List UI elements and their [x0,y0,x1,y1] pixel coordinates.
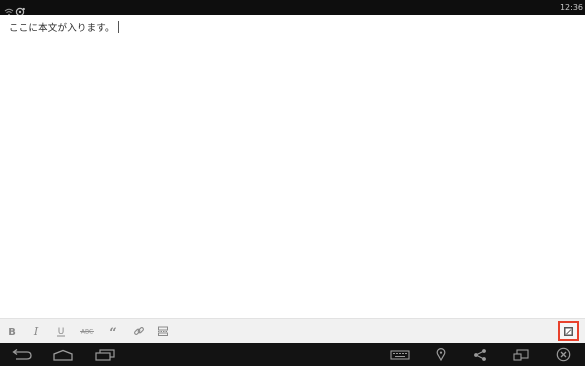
link-icon [134,327,144,335]
svg-text:ABC: ABC [81,329,93,336]
underline-button[interactable]: U [51,319,71,343]
svg-text:B: B [8,327,16,337]
post-editor[interactable]: ここに本文が入ります。 [0,15,585,318]
keyboard-icon [390,349,410,360]
post-body[interactable]: ここに本文が入ります。 [9,21,119,36]
notification-icons [4,2,30,17]
svg-text:“: “ [109,326,116,337]
format-toolbar: B I U ABC “ [0,318,585,343]
post-body-text: ここに本文が入ります。 [9,23,115,34]
italic-button[interactable]: I [26,319,46,343]
window-icon [513,348,529,361]
home-icon [53,349,73,361]
text-cursor [117,21,119,33]
html-edit-icon [564,326,573,336]
location-button[interactable] [427,343,455,366]
window-button[interactable] [507,343,535,366]
bold-button[interactable]: B [2,319,22,343]
share-icon [474,348,486,361]
back-icon [12,348,32,360]
keyboard-button[interactable] [386,343,414,366]
italic-icon: I [33,325,39,337]
home-button[interactable] [49,343,77,366]
back-button[interactable] [8,343,36,366]
svg-text:I: I [33,325,39,337]
quote-icon: “ [109,326,116,337]
underline-icon: U [57,327,65,337]
system-nav-bar [0,343,585,366]
share-button[interactable] [466,343,494,366]
close-circle-icon [556,347,570,362]
recent-apps-icon [95,348,115,361]
strikethrough-button[interactable]: ABC [77,319,97,343]
status-clock: 12:36 [559,3,583,12]
location-icon [436,348,446,361]
recent-apps-button[interactable] [91,343,119,366]
strikethrough-icon: ABC [80,329,94,336]
bold-icon: B [8,327,16,337]
html-mode-toggle-button[interactable] [558,321,579,341]
link-button[interactable] [129,319,149,343]
close-button[interactable] [549,343,577,366]
more-icon [158,326,168,336]
status-bar: 12:36 [0,0,585,17]
blockquote-button[interactable]: “ [103,319,123,343]
more-button[interactable] [153,319,173,343]
